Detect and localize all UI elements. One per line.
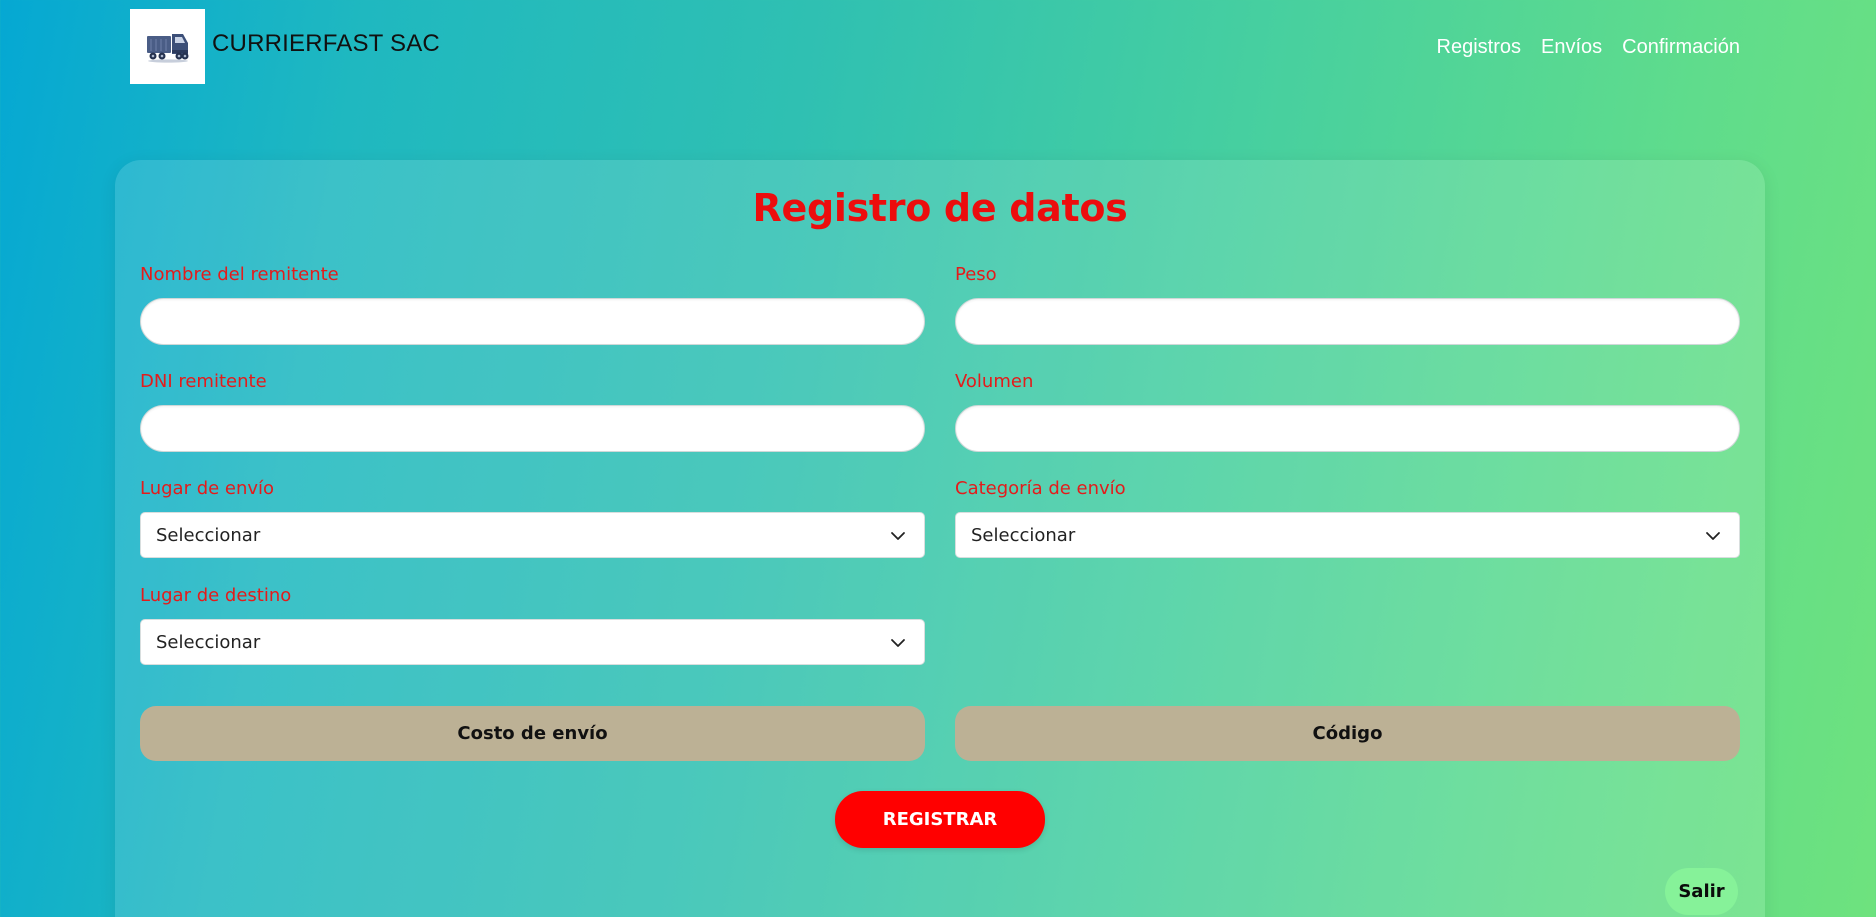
top-nav: Registros Envíos Confirmación: [1437, 36, 1740, 59]
sender-dni-field: DNI remitente: [140, 369, 925, 452]
category-field: Categoría de envío Seleccionar: [955, 476, 1740, 558]
origin-select-value: Seleccionar: [156, 524, 261, 546]
chevron-down-icon: [1706, 532, 1720, 540]
weight-label: Peso: [955, 264, 997, 285]
volume-label: Volumen: [955, 371, 1034, 392]
sender-dni-label: DNI remitente: [140, 371, 267, 392]
brand: CURRIERFAST SAC: [130, 9, 440, 84]
category-select-value: Seleccionar: [971, 524, 1076, 546]
nav-confirmacion[interactable]: Confirmación: [1622, 36, 1740, 59]
destination-select[interactable]: Seleccionar: [140, 619, 925, 665]
origin-field: Lugar de envío Seleccionar: [140, 476, 925, 558]
volume-field: Volumen: [955, 369, 1740, 452]
sender-name-label: Nombre del remitente: [140, 264, 339, 285]
sender-dni-input[interactable]: [140, 405, 925, 452]
origin-select[interactable]: Seleccionar: [140, 512, 925, 558]
page-title: Registro de datos: [752, 186, 1128, 230]
brand-name: CURRIERFAST SAC: [212, 30, 440, 57]
origin-label: Lugar de envío: [140, 478, 275, 499]
register-button[interactable]: REGISTRAR: [835, 791, 1045, 848]
volume-input[interactable]: [955, 405, 1740, 452]
exit-button[interactable]: Salir: [1665, 868, 1738, 915]
destination-select-value: Seleccionar: [156, 631, 261, 653]
nav-registros[interactable]: Registros: [1437, 36, 1521, 59]
sender-name-input[interactable]: [140, 298, 925, 345]
code-button[interactable]: Código: [955, 706, 1740, 761]
sender-name-field: Nombre del remitente: [140, 262, 925, 345]
registration-card: Registro de datos Nombre del remitente P…: [115, 160, 1765, 917]
weight-input[interactable]: [955, 298, 1740, 345]
chevron-down-icon: [891, 639, 905, 647]
category-label: Categoría de envío: [955, 478, 1126, 499]
destination-field: Lugar de destino Seleccionar: [140, 583, 925, 665]
nav-envios[interactable]: Envíos: [1541, 36, 1602, 59]
shipping-cost-button[interactable]: Costo de envío: [140, 706, 925, 761]
category-select[interactable]: Seleccionar: [955, 512, 1740, 558]
weight-field: Peso: [955, 262, 1740, 345]
destination-label: Lugar de destino: [140, 585, 292, 606]
logo[interactable]: [130, 9, 205, 84]
truck-icon: [146, 33, 188, 63]
chevron-down-icon: [891, 532, 905, 540]
